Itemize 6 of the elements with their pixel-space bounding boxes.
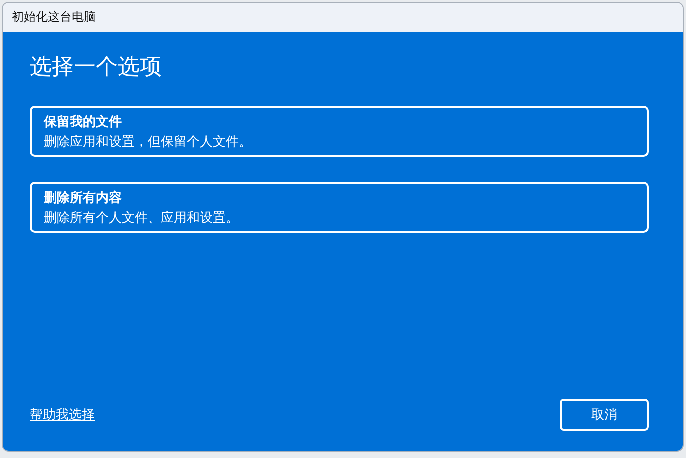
cancel-button[interactable]: 取消 xyxy=(560,399,649,431)
dialog-heading: 选择一个选项 xyxy=(30,54,163,82)
option-button[interactable]: 保留我的文件 删除应用和设置，但保留个人文件。 xyxy=(30,106,649,157)
window-title: 初始化这台电脑 xyxy=(12,9,96,26)
option-button[interactable]: 删除所有内容 删除所有个人文件、应用和设置。 xyxy=(30,182,649,233)
help-link[interactable]: 帮助我选择 xyxy=(30,406,95,424)
